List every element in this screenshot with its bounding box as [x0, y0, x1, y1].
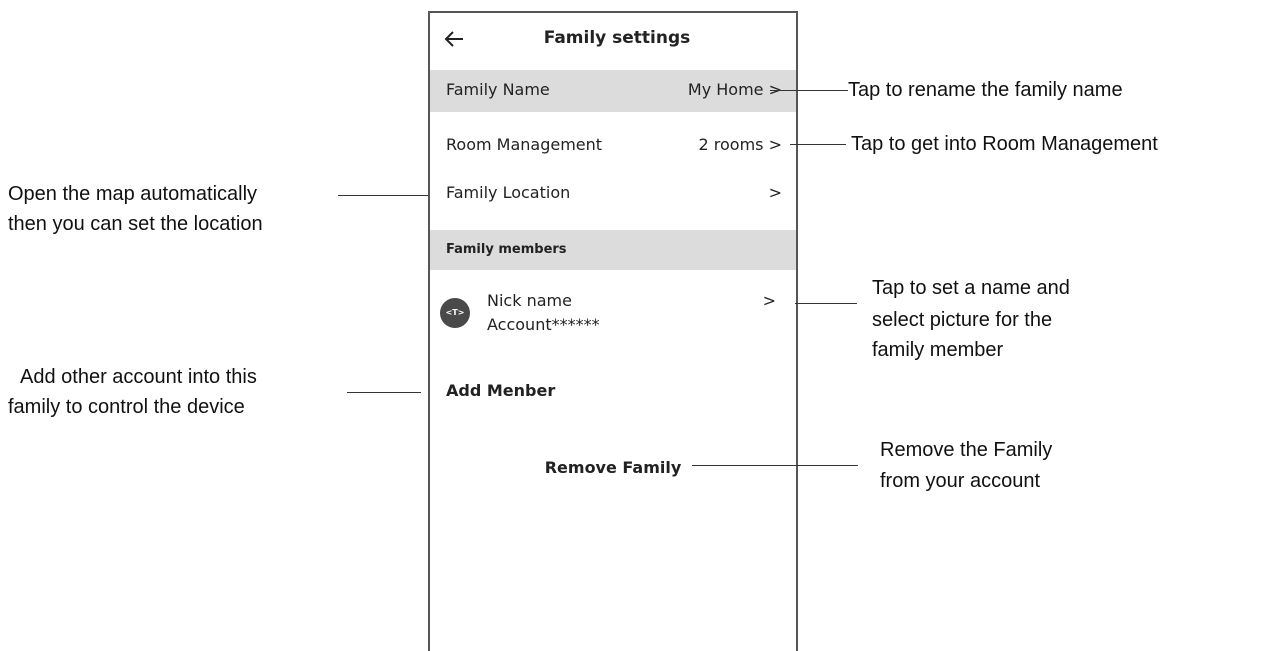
- avatar: <T>: [440, 298, 470, 328]
- member-nick-name: Nick name: [487, 291, 572, 310]
- callout-line-location: [338, 195, 428, 196]
- annotation-member-3: family member: [872, 339, 1004, 361]
- annotation-location-2: then you can set the location: [8, 213, 263, 235]
- family-location-row[interactable]: Family Location >: [430, 173, 796, 215]
- remove-family-button[interactable]: Remove Family: [430, 458, 796, 477]
- header-bar: Family settings: [430, 13, 796, 69]
- family-members-section: Family members: [430, 230, 796, 270]
- room-management-label: Room Management: [446, 135, 603, 154]
- member-chevron-icon: >: [762, 291, 776, 310]
- add-member-button[interactable]: Add Menber: [446, 381, 555, 400]
- callout-line-add: [347, 392, 421, 393]
- callout-line-room: [790, 144, 846, 145]
- family-location-chevron-icon: >: [768, 183, 782, 202]
- page-title: Family settings: [543, 28, 691, 48]
- annotation-remove-2: from your account: [880, 470, 1041, 492]
- family-name-label: Family Name: [446, 80, 550, 99]
- member-account: Account******: [487, 315, 600, 334]
- room-management-row[interactable]: Room Management 2 rooms >: [430, 125, 796, 167]
- callout-line-rename: [770, 90, 848, 91]
- section-title: Family members: [446, 242, 567, 257]
- annotation-room: Tap to get into Room Management: [851, 133, 1158, 155]
- annotation-add-2: family to control the device: [8, 396, 245, 418]
- room-management-value: 2 rooms >: [698, 135, 782, 154]
- annotation-rename: Tap to rename the family name: [848, 79, 1123, 101]
- annotation-member-2: select picture for the: [872, 309, 1053, 331]
- annotation-add-1: Add other account into this: [20, 366, 257, 388]
- annotation-member-1: Tap to set a name and: [872, 277, 1070, 299]
- family-name-row[interactable]: Family Name My Home >: [430, 70, 796, 112]
- callout-line-member: [795, 303, 857, 304]
- annotation-location-1: Open the map automatically: [8, 183, 258, 205]
- family-name-value: My Home >: [687, 80, 782, 99]
- annotation-remove-1: Remove the Family: [880, 439, 1053, 461]
- phone-screen: Family settings Family Name My Home > Ro…: [428, 11, 798, 651]
- family-location-label: Family Location: [446, 183, 571, 202]
- callout-line-remove: [692, 465, 858, 466]
- member-row[interactable]: <T> Nick name Account****** >: [430, 287, 796, 349]
